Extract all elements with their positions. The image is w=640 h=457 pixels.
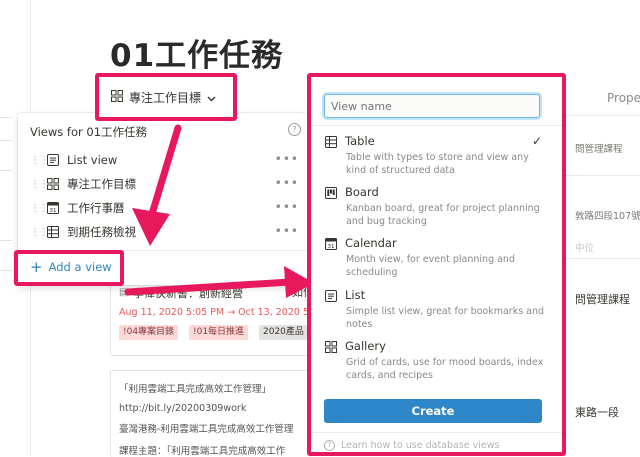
left-tick xyxy=(0,240,12,241)
tag-badge: !04專案目錄 xyxy=(119,325,179,340)
left-tick xyxy=(0,270,12,271)
view-name-input[interactable] xyxy=(324,94,540,118)
view-type-description: Grid of cards, use for mood boards, inde… xyxy=(346,357,544,381)
popup-divider xyxy=(311,432,562,433)
help-icon: ? xyxy=(324,440,335,451)
tag-badge: !01每日推進 xyxy=(189,325,249,340)
drag-handle-icon[interactable]: ⋮⋮ xyxy=(30,155,49,166)
calendar-icon: 31 xyxy=(46,201,60,215)
drag-handle-icon[interactable]: ⋮⋮ xyxy=(30,179,49,190)
table-icon xyxy=(324,135,337,148)
new-view-popup: Table ✓ Table with types to store and vi… xyxy=(307,73,566,456)
tag-badge: 2020產品 xyxy=(259,325,308,340)
more-icon[interactable]: ••• xyxy=(275,152,299,166)
view-item-table[interactable]: ⋮⋮ 到期任務檢視 ••• xyxy=(18,220,307,244)
popup-divider xyxy=(311,125,562,126)
card-title: 李偉俠新書：創新經營 xyxy=(133,287,243,300)
add-view-label: Add a view xyxy=(48,260,112,274)
background-cell: 敦路四段107號 xyxy=(575,211,640,222)
card-date: Aug 11, 2020 5:05 PM → Oct 13, 2020 5:05 xyxy=(119,307,325,318)
list-icon xyxy=(324,289,337,302)
view-type-title: Calendar xyxy=(345,236,397,250)
gallery-icon xyxy=(111,90,123,105)
view-item-gallery[interactable]: ⋮⋮ 專注工作目標 ••• xyxy=(18,172,307,196)
gallery-card[interactable]: ▤ 李偉俠新書：創新經營 Aug 11, 2020 5:05 PM → Oct … xyxy=(110,276,324,356)
view-type-calendar[interactable]: 31 Calendar Month view, for event planni… xyxy=(311,236,562,280)
view-item-label: 工作行事曆 xyxy=(67,201,125,215)
left-tick xyxy=(0,170,12,171)
create-button[interactable]: Create xyxy=(324,399,542,423)
card-text-line: 課程主題：「利用雲端工具完成高效工作 xyxy=(119,446,286,457)
gallery-icon xyxy=(324,340,337,353)
background-cell: 問管理課程 xyxy=(575,144,623,155)
view-type-title: Board xyxy=(345,185,379,199)
svg-text:31: 31 xyxy=(50,208,57,214)
card-text-line: 臺灣港務-利用雲端工具完成高效工作管理 xyxy=(119,424,294,435)
calendar-icon: 31 xyxy=(324,237,337,250)
view-item-label: 專注工作目標 xyxy=(67,177,136,191)
drag-handle-icon[interactable]: ⋮⋮ xyxy=(30,227,49,238)
learn-link[interactable]: ? Learn how to use database views xyxy=(324,440,499,451)
left-tick xyxy=(0,117,12,118)
view-type-table[interactable]: Table ✓ Table with types to store and vi… xyxy=(311,134,562,178)
view-type-list[interactable]: List Simple list view, great for bookmar… xyxy=(311,288,562,332)
view-selector-button[interactable]: 專注工作目標 xyxy=(95,73,237,121)
row-divider xyxy=(560,258,640,259)
background-cell: 問管理課程 xyxy=(575,293,630,306)
view-item-label: List view xyxy=(67,153,118,167)
views-menu-header: Views for 01工作任務 xyxy=(30,125,148,139)
table-icon xyxy=(46,225,60,239)
card-text-line: http://bit.ly/20200309work xyxy=(119,403,247,414)
view-type-title: Table xyxy=(345,134,375,148)
page-title: 01工作任務 xyxy=(110,38,284,74)
svg-text:31: 31 xyxy=(327,244,334,250)
row-divider xyxy=(560,175,640,176)
view-type-description: Month view, for event planning and sched… xyxy=(346,254,515,278)
help-icon[interactable]: ? xyxy=(288,123,301,136)
view-type-title: Gallery xyxy=(345,339,386,353)
page-icon: ▤ xyxy=(119,287,129,298)
gallery-card[interactable]: 「利用雲端工具完成高效工作管理」 http://bit.ly/20200309w… xyxy=(110,370,312,457)
view-type-description: Table with types to store and view any k… xyxy=(346,152,529,176)
view-selector-label: 專注工作目標 xyxy=(129,91,202,105)
left-tick xyxy=(0,140,12,141)
checkmark-icon: ✓ xyxy=(532,134,543,148)
view-item-label: 到期任務檢視 xyxy=(67,225,136,239)
drag-handle-icon[interactable]: ⋮⋮ xyxy=(30,203,49,214)
background-cell: 中位 xyxy=(575,243,595,254)
view-type-description: Kanban board, great for project planning… xyxy=(346,203,540,227)
view-type-board[interactable]: Board Kanban board, great for project pl… xyxy=(311,185,562,229)
view-type-gallery[interactable]: Gallery Grid of cards, use for mood boar… xyxy=(311,339,562,383)
add-view-button[interactable]: + Add a view xyxy=(14,250,124,286)
view-item-list[interactable]: ⋮⋮ List view ••• xyxy=(18,148,307,172)
card-text-line: 「利用雲端工具完成高效工作管理」 xyxy=(119,384,272,395)
chevron-down-icon xyxy=(207,91,216,105)
view-type-description: Simple list view, great for bookmarks an… xyxy=(346,306,545,330)
learn-link-label: Learn how to use database views xyxy=(341,440,500,451)
properties-header[interactable]: Prope xyxy=(607,91,640,105)
background-cell: 東路一段 xyxy=(575,406,619,419)
gallery-icon xyxy=(46,177,60,191)
more-icon[interactable]: ••• xyxy=(275,224,299,238)
list-icon xyxy=(46,153,60,167)
more-icon[interactable]: ••• xyxy=(275,176,299,190)
view-type-title: List xyxy=(345,288,366,302)
view-item-calendar[interactable]: ⋮⋮ 31 工作行事曆 ••• xyxy=(18,196,307,220)
plus-icon: + xyxy=(30,258,43,276)
more-icon[interactable]: ••• xyxy=(275,200,299,214)
board-icon xyxy=(324,186,337,199)
